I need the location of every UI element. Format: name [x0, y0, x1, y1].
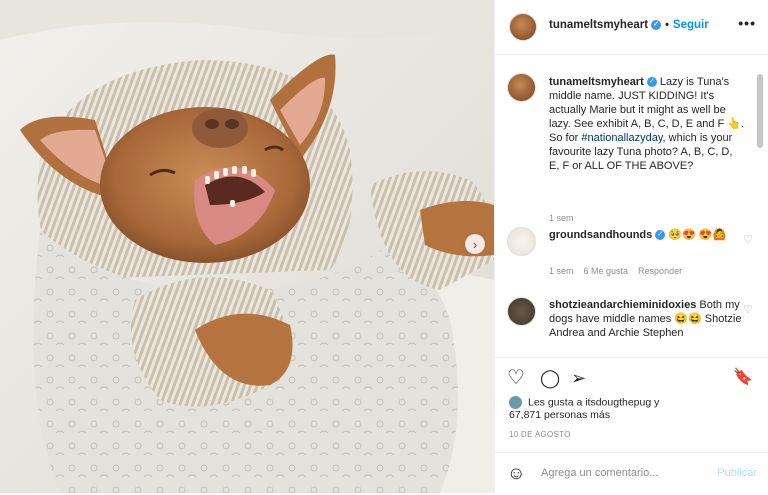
- post-header: tunameltsmyheart ✓ • Seguir •••: [495, 0, 768, 55]
- add-comment-bar: ☺ Agrega un comentario... Publicar: [495, 452, 768, 495]
- hashtag-link[interactable]: #nationallazyday: [581, 132, 662, 144]
- comment-username[interactable]: groundsandhounds: [549, 229, 652, 241]
- caption-time[interactable]: 1 sem: [549, 213, 574, 223]
- username-link[interactable]: tunameltsmyheart: [549, 19, 648, 31]
- next-photo-button[interactable]: ›: [465, 234, 485, 254]
- likes-summary[interactable]: Les gusta a itsdougthepug y 67,871 perso…: [509, 396, 659, 422]
- likes-line-2: 67,871 personas más: [509, 409, 610, 422]
- comment-username[interactable]: shotzieandarchieminidoxies: [549, 299, 696, 311]
- comment-text: shotzieandarchieminidoxies Both my dogs …: [549, 298, 745, 340]
- publish-button[interactable]: Publicar: [717, 467, 757, 479]
- dog-in-blanket-image: [0, 0, 494, 493]
- verified-icon: ✓: [646, 77, 657, 88]
- caption-meta: 1 sem: [549, 213, 584, 223]
- verified-icon: ✓: [655, 230, 666, 241]
- post-photo[interactable]: ›: [0, 0, 494, 493]
- like-heart-icon[interactable]: ♡: [507, 366, 525, 390]
- share-paper-plane-icon[interactable]: ➢: [571, 366, 586, 390]
- avatar[interactable]: [507, 227, 536, 256]
- more-options-icon[interactable]: •••: [738, 15, 756, 31]
- comment-likes[interactable]: 6 Me gusta: [584, 266, 629, 276]
- comment-bubble-icon[interactable]: ◯: [540, 366, 560, 390]
- post-side-panel: tunameltsmyheart ✓ • Seguir ••• tunameltsmy…: [494, 0, 768, 493]
- likes-line-1: Les gusta a itsdougthepug y: [528, 396, 660, 409]
- action-icons: ♡ ◯ ➢ 🔖: [507, 366, 757, 392]
- comments-list[interactable]: tunameltsmyheart ✓ Lazy is Tuna's middle …: [495, 55, 757, 355]
- comments-scrollbar[interactable]: [757, 74, 763, 148]
- bookmark-icon[interactable]: 🔖: [733, 366, 753, 390]
- emoji-icon[interactable]: ☺: [507, 463, 525, 484]
- comment-meta: 1 sem 6 Me gusta Responder: [549, 266, 692, 276]
- header-user-row: tunameltsmyheart ✓ • Seguir: [549, 19, 709, 31]
- verified-icon: ✓: [651, 19, 662, 30]
- comment-time[interactable]: 1 sem: [549, 266, 574, 276]
- avatar: [509, 396, 522, 409]
- comment-body: 🥺😍 😍🙆: [665, 229, 727, 241]
- comment-text: groundsandhounds ✓ 🥺😍 😍🙆: [549, 228, 745, 242]
- like-comment-icon[interactable]: ♡: [743, 303, 753, 316]
- post-date[interactable]: 10 DE AGOSTO: [509, 430, 571, 439]
- follow-button[interactable]: Seguir: [673, 19, 709, 31]
- separator-dot: •: [665, 19, 669, 31]
- caption-username[interactable]: tunameltsmyheart: [549, 76, 644, 88]
- post-actions: ♡ ◯ ➢ 🔖 Les gusta a itsdougthepug y 67,8…: [495, 357, 768, 494]
- avatar[interactable]: [507, 297, 536, 326]
- reply-button[interactable]: Responder: [638, 266, 682, 276]
- avatar[interactable]: [509, 13, 537, 41]
- like-comment-icon[interactable]: ♡: [743, 233, 753, 246]
- instagram-post: › tunameltsmyheart ✓ • Seguir ••• tunamelts…: [0, 0, 768, 493]
- caption-text: tunameltsmyheart ✓ Lazy is Tuna's middle …: [549, 75, 745, 173]
- avatar[interactable]: [507, 73, 536, 102]
- comment-input[interactable]: Agrega un comentario...: [541, 467, 658, 479]
